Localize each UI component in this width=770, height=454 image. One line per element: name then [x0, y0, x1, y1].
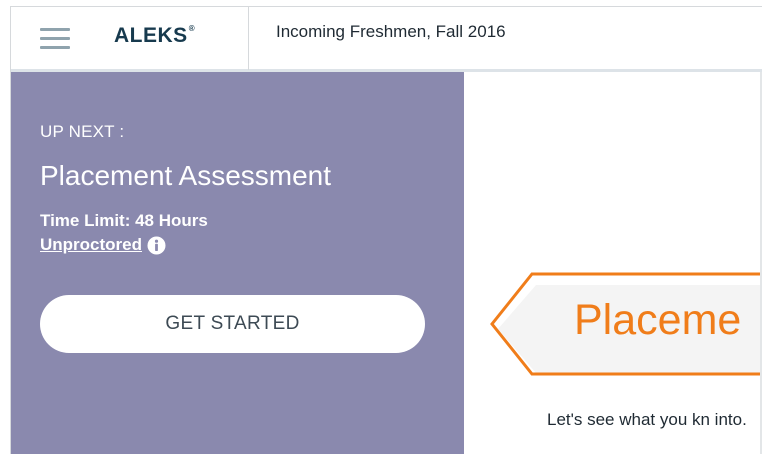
top-header: ALEKS® Incoming Freshmen, Fall 2016 — [11, 6, 762, 72]
unproctored-link[interactable]: Unproctored — [40, 235, 142, 255]
up-next-label: UP NEXT : — [40, 122, 125, 141]
content-panel: Placeme Let's see what you kn into. — [464, 72, 762, 454]
assessment-title: Placement Assessment — [40, 160, 332, 191]
aleks-logo[interactable]: ALEKS® — [114, 24, 195, 48]
course-title: Incoming Freshmen, Fall 2016 — [276, 22, 506, 41]
hamburger-menu-icon[interactable] — [40, 27, 70, 51]
banner-title: Placeme — [574, 296, 742, 344]
app-frame: ALEKS® Incoming Freshmen, Fall 2016 UP N… — [10, 6, 762, 454]
time-limit-text: Time Limit: 48 Hours — [40, 211, 208, 230]
registered-mark: ® — [188, 24, 196, 33]
scrollbar-track[interactable] — [760, 72, 762, 454]
intro-text: Let's see what you kn into. — [547, 410, 747, 429]
header-divider — [248, 7, 249, 70]
get-started-button[interactable]: GET STARTED — [40, 295, 425, 353]
logo-text: ALEKS — [114, 24, 188, 47]
menu-bar-3 — [40, 46, 70, 49]
up-next-panel: UP NEXT : Placement Assessment Time Limi… — [11, 72, 464, 454]
proctor-status-row: Unproctored — [40, 235, 166, 255]
info-icon[interactable] — [147, 236, 166, 255]
menu-bar-1 — [40, 28, 70, 31]
menu-bar-2 — [40, 37, 70, 40]
